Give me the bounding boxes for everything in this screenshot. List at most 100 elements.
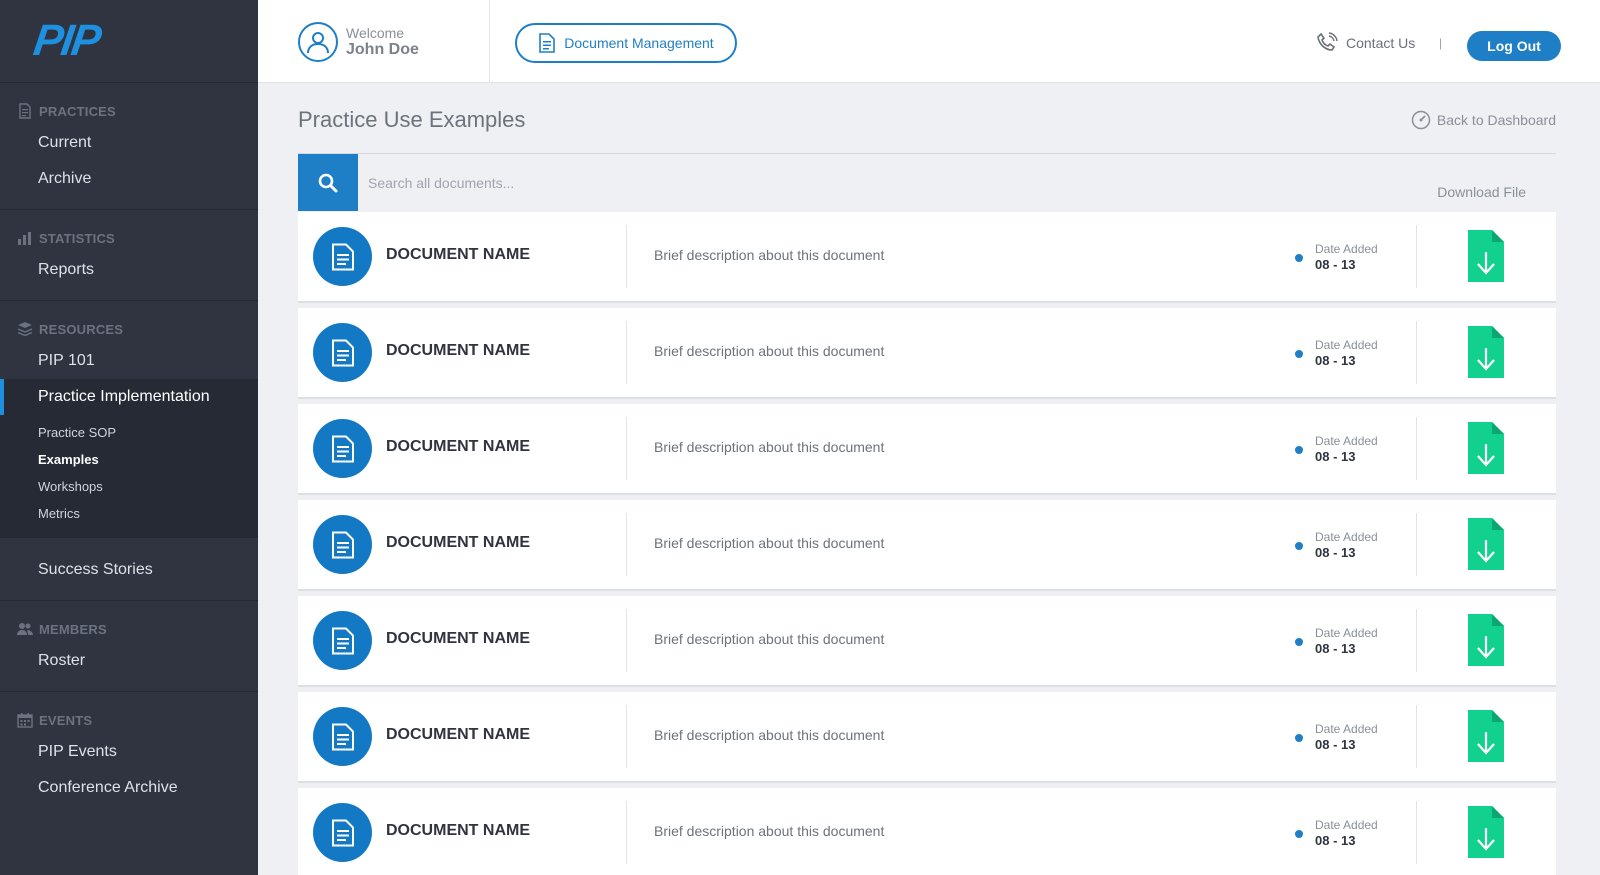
avatar[interactable] [298,22,338,62]
back-to-dashboard-link[interactable]: Back to Dashboard [1411,110,1556,130]
document-icon [331,435,354,462]
sidebar-item-reports[interactable]: Reports [0,252,258,288]
document-icon [539,33,556,53]
subnav-item-metrics[interactable]: Metrics [0,500,258,527]
document-name: DOCUMENT NAME [386,246,530,263]
user-name: John Doe [346,41,419,58]
section-heading: RESOURCES [39,321,124,337]
top-bar: Welcome John Doe Document Management Con… [258,0,1600,83]
document-description: Brief description about this document [654,439,885,455]
download-file-icon[interactable] [1468,806,1504,858]
document-icon [331,243,354,270]
document-row[interactable]: DOCUMENT NAME Brief description about th… [298,308,1556,397]
sidebar-section-statistics: STATISTICS Reports [0,210,258,301]
welcome-block: Welcome John Doe [298,22,419,62]
date-dot [1295,350,1303,358]
document-name: DOCUMENT NAME [386,534,530,551]
sidebar-item-archive[interactable]: Archive [0,161,258,197]
divider [626,417,627,480]
download-file-header: Download File [1437,184,1526,200]
document-name: DOCUMENT NAME [386,342,530,359]
divider [1416,609,1417,672]
log-out-button[interactable]: Log Out [1467,31,1561,61]
logo[interactable]: PIP [0,0,258,83]
document-row[interactable]: DOCUMENT NAME Brief description about th… [298,692,1556,781]
date-dot [1295,734,1303,742]
divider [1416,513,1417,576]
search-input[interactable] [358,154,1058,211]
download-file-icon[interactable] [1468,422,1504,474]
sidebar-section-practices: PRACTICES Current Archive [0,83,258,210]
document-description: Brief description about this document [654,343,885,359]
sidebar-item-success-stories[interactable]: Success Stories [0,552,258,588]
separator: | [1439,36,1443,50]
date-added-value: 08 - 13 [1315,737,1356,752]
divider [626,513,627,576]
date-added-value: 08 - 13 [1315,257,1356,272]
document-description: Brief description about this document [654,727,885,743]
section-heading: STATISTICS [39,230,115,246]
logo-text: PIP [30,16,103,65]
divider [489,0,490,83]
download-file-icon[interactable] [1468,614,1504,666]
date-added-value: 08 - 13 [1315,833,1356,848]
date-dot [1295,446,1303,454]
document-icon [331,819,354,846]
download-file-icon[interactable] [1468,518,1504,570]
document-row[interactable]: DOCUMENT NAME Brief description about th… [298,596,1556,685]
search-bar: Download File [298,154,1556,211]
date-added-value: 08 - 13 [1315,353,1356,368]
contact-us-link[interactable]: Contact Us [1316,32,1415,54]
document-icon [331,723,354,750]
sidebar-item-pip-101[interactable]: PIP 101 [0,343,258,379]
subnav-item-workshops[interactable]: Workshops [0,473,258,500]
document-icon [19,103,31,119]
document-badge [313,707,372,766]
sidebar-item-current[interactable]: Current [0,125,258,161]
document-badge [313,419,372,478]
date-dot [1295,638,1303,646]
date-added-label: Date Added [1315,242,1378,256]
document-badge [313,515,372,574]
document-name: DOCUMENT NAME [386,822,530,839]
download-file-icon[interactable] [1468,230,1504,282]
subnav-item-examples[interactable]: Examples [0,446,258,473]
sidebar-item-roster[interactable]: Roster [0,643,258,679]
download-file-icon[interactable] [1468,326,1504,378]
stack-icon [17,322,33,337]
document-description: Brief description about this document [654,631,885,647]
document-description: Brief description about this document [654,535,885,551]
section-heading: PRACTICES [39,103,116,119]
contact-us-label: Contact Us [1346,35,1416,51]
document-row[interactable]: DOCUMENT NAME Brief description about th… [298,212,1556,301]
search-button[interactable] [298,154,358,211]
document-row[interactable]: DOCUMENT NAME Brief description about th… [298,500,1556,589]
document-management-button[interactable]: Document Management [515,23,737,63]
page-title: Practice Use Examples [298,107,526,132]
divider [1416,417,1417,480]
sidebar-item-pip-events[interactable]: PIP Events [0,734,258,770]
section-heading: EVENTS [39,712,93,728]
back-to-dashboard-label: Back to Dashboard [1436,112,1556,128]
user-icon [307,32,329,54]
document-row[interactable]: DOCUMENT NAME Brief description about th… [298,788,1556,875]
document-row[interactable]: DOCUMENT NAME Brief description about th… [298,404,1556,493]
document-badge [313,611,372,670]
divider [626,321,627,384]
date-added-label: Date Added [1315,434,1378,448]
document-name: DOCUMENT NAME [386,438,530,455]
sidebar-item-conference-archive[interactable]: Conference Archive [0,770,258,806]
document-list: DOCUMENT NAME Brief description about th… [298,212,1556,875]
date-added-label: Date Added [1315,722,1378,736]
date-dot [1295,542,1303,550]
sidebar-item-practice-implementation[interactable]: Practice Implementation [0,379,258,415]
download-file-icon[interactable] [1468,710,1504,762]
document-icon [331,531,354,558]
welcome-label: Welcome [346,25,405,41]
date-dot [1295,254,1303,262]
divider [626,801,627,864]
date-added-label: Date Added [1315,338,1378,352]
subnav-item-practice-sop[interactable]: Practice SOP [0,419,258,446]
sidebar: PIP PRACTICES Current Archive STATISTICS… [0,0,258,875]
document-badge [313,227,372,286]
